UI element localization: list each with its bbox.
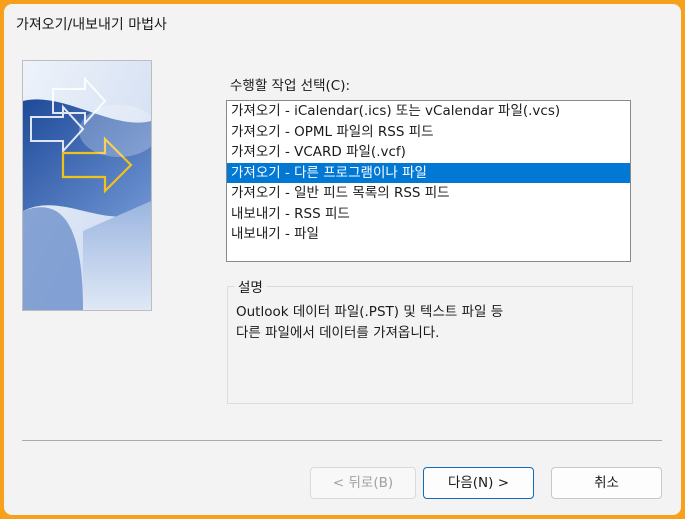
description-text: Outlook 데이터 파일(.PST) 및 텍스트 파일 등 다른 파일에서 … (236, 302, 616, 344)
list-item[interactable]: 가져오기 - VCARD 파일(.vcf) (227, 142, 630, 163)
wizard-banner-image (22, 60, 152, 311)
cancel-button[interactable]: 취소 (551, 467, 662, 499)
footer-separator (22, 440, 662, 441)
import-export-wizard-window: 가져오기/내보내기 마법사 수행할 작업 선택(C): 가져오기 - iCale… (4, 4, 681, 515)
description-line: Outlook 데이터 파일(.PST) 및 텍스트 파일 등 (236, 304, 504, 320)
task-listbox[interactable]: 가져오기 - iCalendar(.ics) 또는 vCalendar 파일(.… (226, 100, 631, 262)
list-item[interactable]: 가져오기 - iCalendar(.ics) 또는 vCalendar 파일(.… (227, 101, 630, 122)
next-button[interactable]: 다음(N) > (423, 467, 534, 499)
description-label: 설명 (234, 276, 267, 296)
list-item[interactable]: 가져오기 - 일반 피드 목록의 RSS 피드 (227, 183, 630, 204)
list-item-selected[interactable]: 가져오기 - 다른 프로그램이나 파일 (227, 162, 630, 183)
list-item[interactable]: 가져오기 - OPML 파일의 RSS 피드 (227, 122, 630, 143)
window-title: 가져오기/내보내기 마법사 (16, 17, 167, 33)
list-item[interactable]: 내보내기 - 파일 (227, 224, 630, 245)
description-line: 다른 파일에서 데이터를 가져옵니다. (236, 325, 440, 341)
list-item[interactable]: 내보내기 - RSS 피드 (227, 204, 630, 225)
task-select-label: 수행할 작업 선택(C): (230, 78, 351, 94)
back-button[interactable]: < 뒤로(B) (310, 467, 416, 499)
